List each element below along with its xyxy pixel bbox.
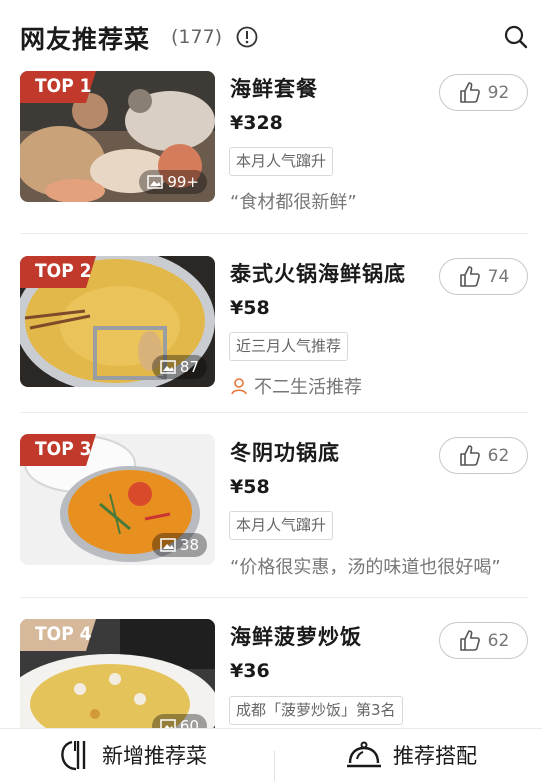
- bottom-bar: 新增推荐菜 推荐搭配: [0, 728, 542, 781]
- dish-quote: “价格很实惠，汤的味道也很好喝”: [230, 557, 501, 578]
- thumbs-up-icon: [459, 81, 480, 103]
- dish-quote: “食材都很新鲜”: [230, 192, 357, 213]
- photo-count-badge: 87: [151, 355, 207, 379]
- page-header: 网友推荐菜 (177): [0, 0, 542, 72]
- dish-name: 泰式火锅海鲜锅底: [230, 262, 406, 286]
- recommend-combo-button[interactable]: 推荐搭配: [345, 729, 477, 781]
- dish-price: ¥328: [230, 112, 283, 134]
- image-icon: [160, 538, 176, 552]
- rank-badge: TOP 1: [20, 71, 96, 103]
- thumbs-up-icon: [459, 265, 480, 287]
- dish-name: 冬阴功锅底: [230, 441, 340, 465]
- photo-count-badge: 99+: [139, 170, 207, 194]
- bottom-separator: [274, 751, 275, 781]
- rank-badge: TOP 2: [20, 256, 96, 288]
- image-icon: [160, 719, 176, 728]
- dish-price: ¥36: [230, 660, 270, 682]
- recommend-count: (177): [171, 26, 223, 48]
- like-button[interactable]: 92: [439, 74, 528, 111]
- dish-photo[interactable]: TOP 1 99+: [20, 71, 215, 202]
- add-recommend-dish-button[interactable]: 新增推荐菜: [58, 729, 207, 781]
- dish-tag: 近三月人气推荐: [229, 332, 349, 361]
- photo-count-badge: 60: [151, 714, 207, 728]
- dish-name: 海鲜菠萝炒饭: [230, 625, 362, 649]
- dish-tag: 成都「菠萝炒饭」第3名: [229, 696, 403, 725]
- dish-name: 海鲜套餐: [230, 77, 318, 101]
- thumbs-up-icon: [459, 629, 480, 651]
- dish-photo[interactable]: TOP 4 60: [20, 619, 215, 728]
- divider: [20, 412, 528, 413]
- user-icon: [231, 378, 247, 395]
- dish-tag: 本月人气蹿升: [229, 147, 334, 176]
- divider: [20, 233, 528, 234]
- info-circle-icon[interactable]: [236, 26, 258, 48]
- dish-price: ¥58: [230, 297, 270, 319]
- like-button[interactable]: 74: [439, 258, 528, 295]
- divider: [20, 597, 528, 598]
- fork-knife-icon: [61, 740, 86, 771]
- dish-photo[interactable]: TOP 3 38: [20, 434, 215, 565]
- thumbs-up-icon: [459, 444, 480, 466]
- dish-tag: 本月人气蹿升: [229, 511, 334, 540]
- search-icon[interactable]: [503, 24, 529, 50]
- like-button[interactable]: 62: [439, 437, 528, 474]
- photo-count-badge: 38: [151, 533, 207, 557]
- image-icon: [160, 360, 176, 374]
- rank-badge: TOP 3: [20, 434, 96, 466]
- dish-price: ¥58: [230, 476, 270, 498]
- rank-badge: TOP 4: [20, 619, 96, 651]
- recommender: 不二生活推荐: [230, 373, 362, 399]
- like-button[interactable]: 62: [439, 622, 528, 659]
- cloche-icon: [347, 741, 381, 768]
- page-title: 网友推荐菜: [20, 25, 151, 54]
- image-icon: [147, 175, 164, 189]
- dish-photo[interactable]: TOP 2 87: [20, 256, 215, 387]
